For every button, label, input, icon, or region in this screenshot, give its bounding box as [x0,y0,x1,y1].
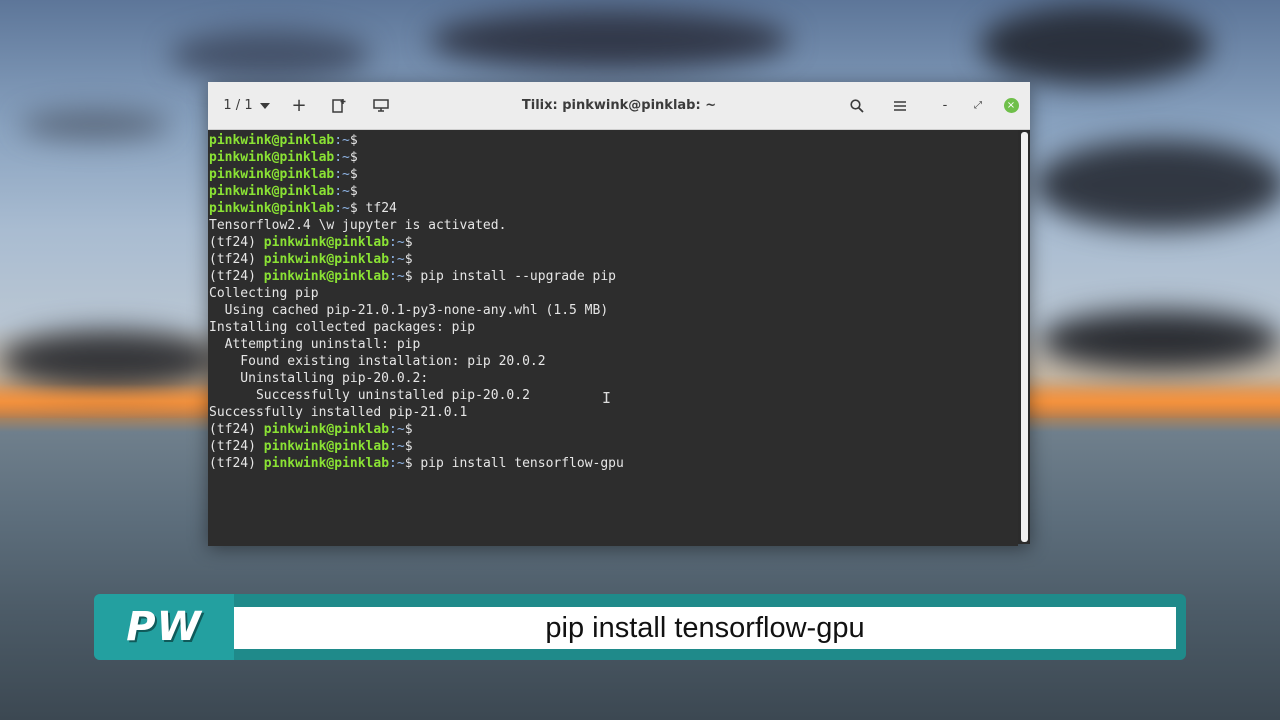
terminal-text: Uninstalling pip-20.0.2: [209,371,429,386]
terminal-line: Attempting uninstall: pip [208,336,1018,353]
terminal-path: :~ [389,252,405,267]
terminal-line: pinkwink@pinklab:~$ [208,166,1018,183]
terminal-prompt: $ [404,422,421,437]
terminal-prompt: $ [349,201,366,216]
plus-icon[interactable]: + [288,82,310,129]
terminal-path: :~ [334,150,350,165]
terminal-line: pinkwink@pinklab:~$ tf24 [208,200,1018,217]
terminal-user: pinkwink@pinklab [209,150,335,165]
terminal-text: tf24 [365,201,397,216]
terminal-line: pinkwink@pinklab:~$ [208,183,1018,200]
terminal-prompt: $ [349,150,366,165]
terminal-prompt: $ [404,456,421,471]
terminal-line: Tensorflow2.4 \w jupyter is activated. [208,217,1018,234]
terminal-user: pinkwink@pinklab [263,439,390,454]
terminal-line: pinkwink@pinklab:~$ [208,149,1018,166]
terminal-user: pinkwink@pinklab [263,456,390,471]
terminal-text: Using cached pip-21.0.1-py3-none-any.whl… [209,303,609,318]
terminal-text: Successfully uninstalled pip-20.0.2 [209,388,530,403]
terminal-user: pinkwink@pinklab [209,201,335,216]
terminal-line: Collecting pip [208,285,1018,302]
terminal-line: Using cached pip-21.0.1-py3-none-any.whl… [208,302,1018,319]
terminal-line: (tf24) pinkwink@pinklab:~$ [208,251,1018,268]
terminal-text: Attempting uninstall: pip [209,337,421,352]
terminal-line: (tf24) pinkwink@pinklab:~$ [208,234,1018,251]
channel-logo: PW [94,594,234,660]
session-counter[interactable]: 1 / 1 [220,82,256,129]
terminal-user: pinkwink@pinklab [263,252,390,267]
add-terminal-icon[interactable] [328,82,350,129]
terminal-prompt: $ [349,133,366,148]
logo-text: PW [126,604,202,650]
scrollbar[interactable] [1021,132,1028,542]
chevron-down-icon[interactable] [256,82,274,129]
close-button[interactable]: × [1001,82,1021,129]
terminal-env: (tf24) [209,422,264,437]
terminal-env: (tf24) [209,252,264,267]
terminal-prompt: $ [404,235,421,250]
terminal-prompt: $ [404,269,421,284]
terminal-output[interactable]: pinkwink@pinklab:~$ pinkwink@pinklab:~$ … [208,130,1018,546]
hamburger-menu-icon[interactable] [889,82,911,129]
terminal-path: :~ [334,167,350,182]
terminal-user: pinkwink@pinklab [263,269,390,284]
session-sync-icon[interactable] [370,82,392,129]
search-icon[interactable] [846,82,868,129]
terminal-line: Installing collected packages: pip [208,319,1018,336]
terminal-line: (tf24) pinkwink@pinklab:~$ [208,438,1018,455]
terminal-prompt: $ [404,439,421,454]
terminal-line: (tf24) pinkwink@pinklab:~$ pip install t… [208,455,1018,472]
terminal-text: Successfully installed pip-21.0.1 [209,405,468,420]
terminal-path: :~ [389,439,405,454]
terminal-text: Collecting pip [209,286,319,301]
terminal-path: :~ [389,422,405,437]
terminal-env: (tf24) [209,439,264,454]
terminal-path: :~ [334,133,350,148]
terminal-line: pinkwink@pinklab:~$ [208,132,1018,149]
terminal-path: :~ [334,201,350,216]
terminal-user: pinkwink@pinklab [209,167,335,182]
terminal-path: :~ [389,235,405,250]
terminal-line: Successfully installed pip-21.0.1 [208,404,1018,421]
terminal-user: pinkwink@pinklab [263,235,390,250]
title-bar[interactable]: Tilix: pinkwink@pinklab: ~ 1 / 1 + - ⤢ × [208,82,1030,130]
terminal-window: Tilix: pinkwink@pinklab: ~ 1 / 1 + - ⤢ ×… [208,82,1030,546]
terminal-line: (tf24) pinkwink@pinklab:~$ pip install -… [208,268,1018,285]
terminal-text: Tensorflow2.4 \w jupyter is activated. [209,218,507,233]
terminal-user: pinkwink@pinklab [209,184,335,199]
terminal-path: :~ [389,456,405,471]
terminal-text: Found existing installation: pip 20.0.2 [209,354,546,369]
terminal-prompt: $ [404,252,421,267]
terminal-prompt: $ [349,167,366,182]
terminal-line: Successfully uninstalled pip-20.0.2 [208,387,1018,404]
text-cursor-icon: I [602,389,612,407]
terminal-path: :~ [389,269,405,284]
terminal-line: Uninstalling pip-20.0.2: [208,370,1018,387]
caption-text: pip install tensorflow-gpu [545,611,865,644]
terminal-text: Installing collected packages: pip [209,320,476,335]
caption-bar: pip install tensorflow-gpu [234,607,1176,649]
terminal-text: pip install --upgrade pip [420,269,617,284]
terminal-env: (tf24) [209,269,264,284]
maximize-icon[interactable]: ⤢ [968,82,988,129]
terminal-line: (tf24) pinkwink@pinklab:~$ [208,421,1018,438]
terminal-user: pinkwink@pinklab [209,133,335,148]
terminal-text: pip install tensorflow-gpu [420,456,624,471]
close-icon[interactable]: × [1003,98,1019,113]
terminal-prompt: $ [349,184,366,199]
minimize-icon[interactable]: - [935,82,955,129]
terminal-line: Found existing installation: pip 20.0.2 [208,353,1018,370]
terminal-path: :~ [334,184,350,199]
terminal-user: pinkwink@pinklab [263,422,390,437]
terminal-env: (tf24) [209,235,264,250]
terminal-env: (tf24) [209,456,264,471]
